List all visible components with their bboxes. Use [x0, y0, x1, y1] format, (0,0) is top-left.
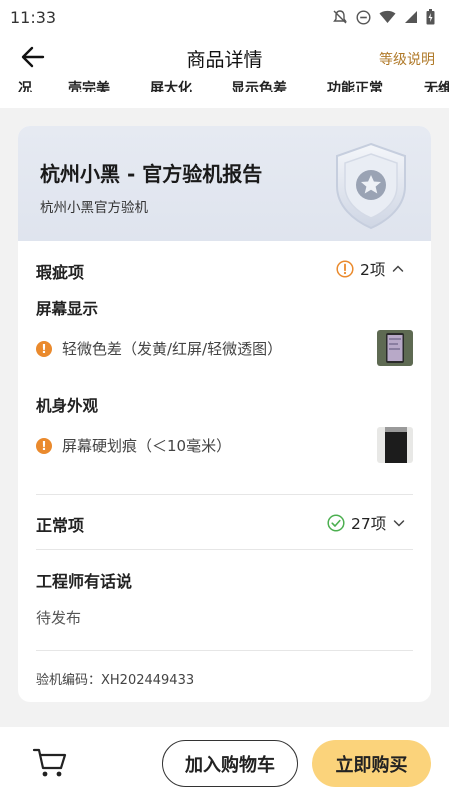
inspection-report-card: 杭州小黑 - 官方验机报告 杭州小黑官方验机 瑕疵项 2项 屏幕显示 ! 轻微色…	[18, 126, 431, 702]
tab-condition-0[interactable]: 况	[18, 80, 32, 92]
add-to-cart-button[interactable]: 加入购物车	[162, 740, 298, 787]
engineer-section-title: 工程师有话说	[36, 572, 133, 591]
defects-toggle[interactable]: 2项	[336, 258, 405, 280]
inspection-code: 验机编码：XH202449433	[36, 673, 195, 688]
tab-condition-3[interactable]: 显示色差	[231, 80, 287, 92]
check-circle-icon	[327, 514, 345, 532]
tab-condition-2[interactable]: 屏大化	[150, 80, 192, 92]
defect-item-screen: ! 轻微色差（发黄/红屏/轻微透图）	[36, 338, 282, 359]
normal-toggle[interactable]: 27项	[327, 512, 406, 534]
phone-back-thumbnail[interactable]	[377, 427, 413, 463]
engineer-comment: 待发布	[36, 609, 82, 627]
grade-info-link[interactable]: 等级说明	[379, 49, 435, 69]
bottom-action-bar: 加入购物车 立即购买	[0, 727, 449, 800]
tab-condition-4[interactable]: 功能正常	[327, 80, 383, 92]
defects-section-title: 瑕疵项	[36, 263, 85, 282]
section-divider	[36, 650, 413, 651]
chevron-down-icon	[393, 520, 405, 527]
defect-group-screen-title: 屏幕显示	[36, 300, 99, 318]
cart-button[interactable]	[32, 747, 68, 783]
defect-item-body-text: 屏幕硬划痕（＜10毫米）	[62, 437, 232, 455]
defect-item-body: ! 屏幕硬划痕（＜10毫米）	[36, 435, 231, 456]
battery-icon	[426, 9, 435, 25]
shield-star-icon	[336, 142, 406, 230]
bell-off-icon	[333, 10, 347, 24]
normal-count: 27项	[351, 515, 387, 533]
report-header: 杭州小黑 - 官方验机报告 杭州小黑官方验机	[18, 126, 431, 241]
report-title: 杭州小黑 - 官方验机报告	[40, 162, 263, 186]
section-divider	[36, 494, 413, 495]
app-header: 商品详情 等级说明	[0, 34, 449, 80]
defect-item-screen-text: 轻微色差（发黄/红屏/轻微透图）	[62, 340, 283, 358]
condition-tab-strip: 况 壳完美 屏大化 显示色差 功能正常 无维	[0, 80, 449, 108]
warning-dot-icon: !	[36, 340, 52, 357]
warning-dot-icon: !	[36, 437, 52, 454]
signal-icon	[405, 11, 417, 23]
tab-condition-1[interactable]: 壳完美	[68, 80, 110, 92]
report-subtitle: 杭州小黑官方验机	[40, 200, 148, 216]
status-icons	[332, 9, 435, 25]
warning-circle-icon	[336, 260, 354, 278]
defect-group-body-title: 机身外观	[36, 397, 99, 415]
phone-screen-thumbnail[interactable]	[377, 330, 413, 366]
section-divider	[36, 549, 413, 550]
status-bar: 11:33	[0, 0, 449, 34]
normal-section-title: 正常项	[36, 516, 85, 535]
defects-count: 2项	[360, 261, 386, 279]
wifi-icon	[379, 10, 396, 23]
chevron-up-icon	[393, 265, 404, 272]
shopping-cart-icon	[32, 748, 67, 777]
do-not-disturb-icon	[356, 9, 371, 25]
status-time: 11:33	[10, 7, 57, 27]
buy-now-button[interactable]: 立即购买	[312, 740, 431, 787]
tab-condition-5[interactable]: 无维	[424, 80, 449, 92]
